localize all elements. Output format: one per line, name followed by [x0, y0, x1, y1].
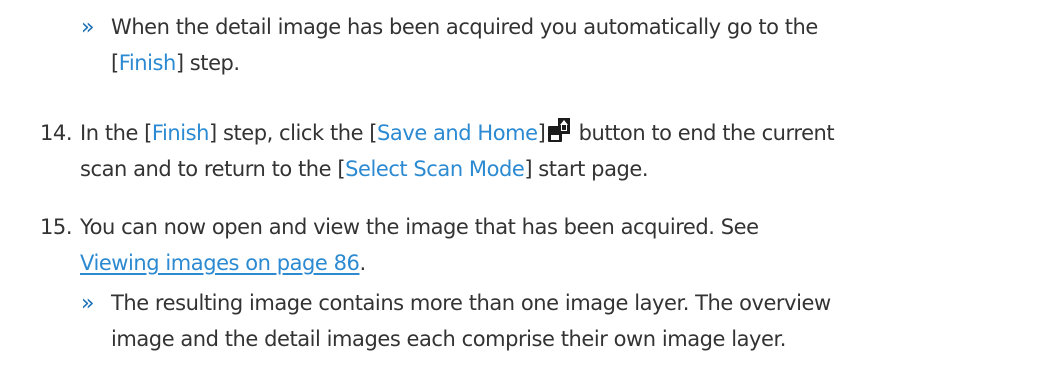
- step-text: In the [Finish] step, click the [Save an…: [80, 118, 835, 185]
- ui-term-save-and-home: Save and Home: [377, 121, 538, 145]
- result-marker: »: [81, 15, 95, 40]
- result-text: When the detail image has been acquired …: [111, 12, 818, 79]
- result-text: The resulting image contains more than o…: [111, 288, 831, 355]
- viewing-images-link[interactable]: Viewing images on page 86: [80, 251, 360, 275]
- step-number: 15.: [40, 215, 73, 239]
- step-line-1: You can now open and view the image that…: [80, 215, 759, 239]
- ui-term-select-scan-mode: Select Scan Mode: [345, 157, 525, 181]
- step-text: You can now open and view the image that…: [80, 212, 759, 279]
- ui-term-finish: Finish: [118, 51, 177, 75]
- result-line-2: [Finish] step.: [111, 51, 240, 75]
- result-line-2: image and the detail images each compris…: [111, 327, 786, 351]
- result-marker: »: [81, 291, 95, 316]
- step-line-1: In the [Finish] step, click the [Save an…: [80, 118, 835, 149]
- step-line-2: Viewing images on page 86.: [80, 251, 366, 275]
- step-number: 14.: [40, 121, 73, 145]
- result-line-1: When the detail image has been acquired …: [111, 15, 818, 39]
- step-line-2: scan and to return to the [Select Scan M…: [80, 157, 649, 181]
- result-line-1: The resulting image contains more than o…: [111, 291, 831, 315]
- ui-term-finish: Finish: [151, 121, 210, 145]
- save-and-home-icon: [548, 118, 571, 144]
